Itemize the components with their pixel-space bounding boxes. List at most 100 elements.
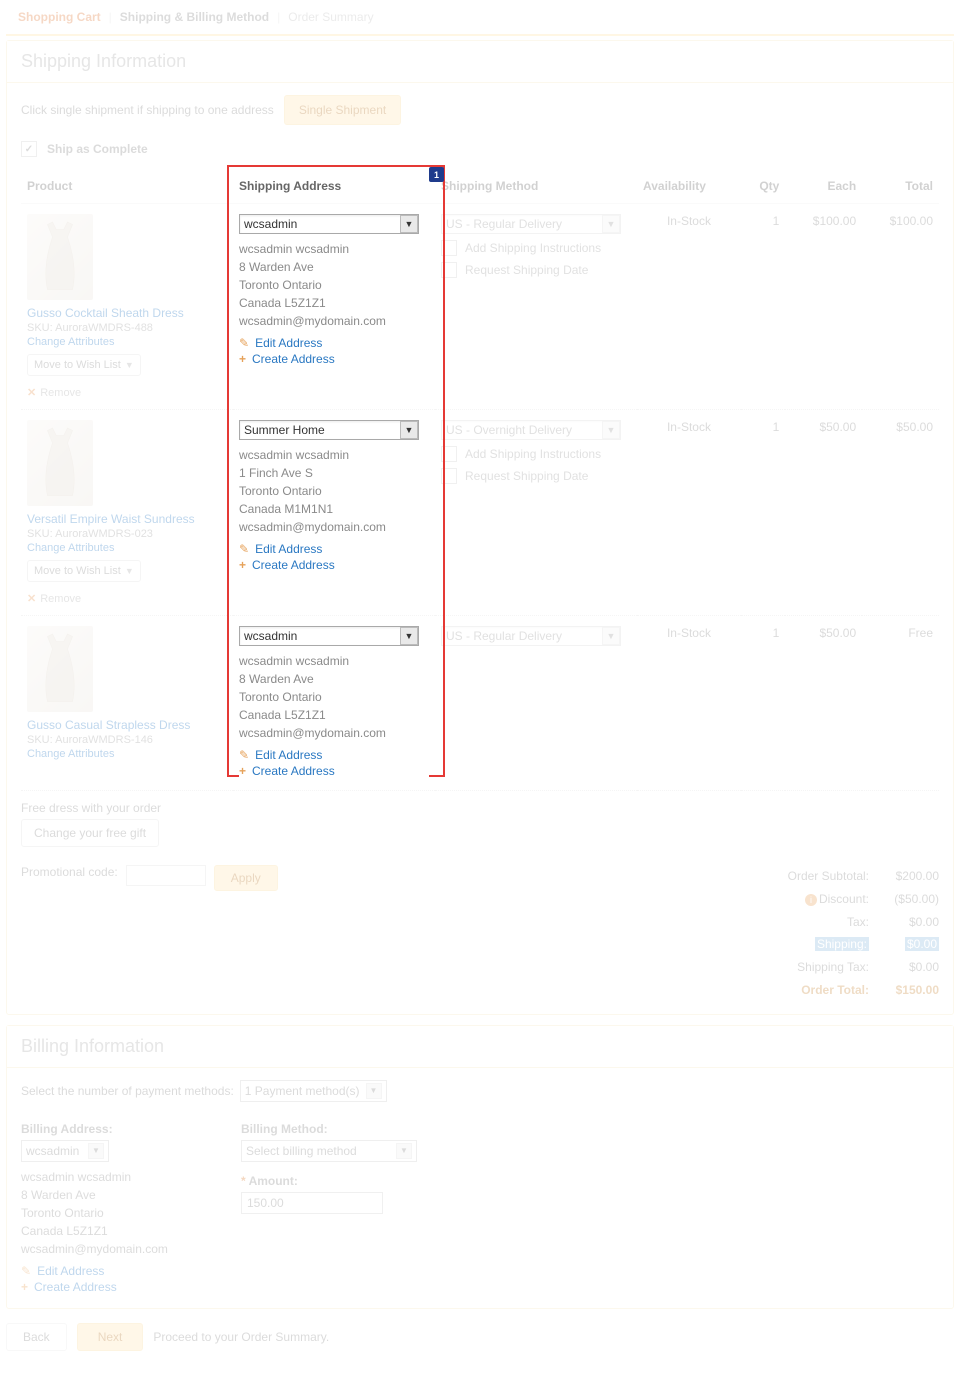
info-icon[interactable]: i [805,894,817,906]
add-instructions-checkbox[interactable] [441,446,457,462]
product-sku: SKU: AuroraWMDRS-488 [27,322,227,334]
billing-address-select[interactable]: wcsadmin▼ [21,1140,109,1162]
table-row: Gusso Casual Strapless Dress SKU: Aurora… [21,616,939,791]
pencil-icon: ✎ [21,1264,31,1278]
product-sku: SKU: AuroraWMDRS-023 [27,528,227,540]
dropdown-icon: ▼ [400,215,418,233]
plus-icon: + [239,558,246,572]
availability-cell: In-Stock [637,616,741,791]
pencil-icon: ✎ [239,336,249,350]
move-to-wishlist-button[interactable]: Move to Wish List▼ [27,560,141,582]
shipping-info-panel: Shipping Information Click single shipme… [6,40,954,1015]
amount-label: * Amount: [241,1174,417,1188]
qty-cell: 1 [741,616,785,791]
dropdown-icon: ▼ [602,627,620,645]
dropdown-icon: ▼ [400,627,418,645]
breadcrumb-sep: | [277,10,280,24]
remove-item-link[interactable]: ✕Remove [27,592,227,605]
promo-code-input[interactable] [126,865,206,886]
num-payment-select[interactable]: 1 Payment method(s)▼ [240,1080,387,1102]
product-name-link[interactable]: Versatil Empire Waist Sundress [27,512,227,526]
availability-cell: In-Stock [637,204,741,410]
col-qty: Qty [741,169,785,204]
shipping-info-header: Shipping Information [7,41,953,83]
apply-promo-button[interactable]: Apply [214,865,278,891]
product-thumbnail[interactable] [27,214,93,300]
request-date-label: Request Shipping Date [465,469,588,483]
dropdown-icon: ▼ [602,215,620,233]
shipping-address-select[interactable]: wcsadmin▼ [239,626,419,646]
col-each: Each [785,169,862,204]
billing-method-label: Billing Method: [241,1122,417,1136]
create-address-link[interactable]: +Create Address [239,352,429,366]
create-address-link[interactable]: +Create Address [239,558,429,572]
table-row: Gusso Cocktail Sheath Dress SKU: AuroraW… [21,204,939,410]
shipping-address-select[interactable]: Summer Home▼ [239,420,419,440]
each-cell: $100.00 [785,204,862,410]
change-attributes-link[interactable]: Change Attributes [27,336,227,348]
footer-hint: Proceed to your Order Summary. [153,1330,329,1344]
product-thumbnail[interactable] [27,626,93,712]
edit-address-link[interactable]: ✎Edit Address [239,542,429,556]
shipping-method-select[interactable]: US - Regular Delivery▼ [441,214,621,234]
single-shipment-button[interactable]: Single Shipment [284,95,401,125]
each-cell: $50.00 [785,410,862,616]
change-attributes-link[interactable]: Change Attributes [27,748,227,760]
breadcrumb-shipping: Shipping & Billing Method [120,10,269,24]
remove-item-link[interactable]: ✕Remove [27,386,227,399]
add-instructions-checkbox[interactable] [441,240,457,256]
col-total: Total [862,169,939,204]
change-free-gift-button[interactable]: Change your free gift [21,819,159,847]
num-payment-label: Select the number of payment methods: [21,1084,234,1098]
product-name-link[interactable]: Gusso Cocktail Sheath Dress [27,306,227,320]
total-cell: $50.00 [862,410,939,616]
billing-info-header: Billing Information [7,1026,953,1068]
shipping-address-lines: wcsadmin wcsadmin1 Finch Ave SToronto On… [239,446,429,536]
create-billing-address-link[interactable]: +Create Address [21,1280,201,1294]
create-address-link[interactable]: +Create Address [239,764,429,778]
shipping-method-select[interactable]: US - Overnight Delivery▼ [441,420,621,440]
billing-address-lines: wcsadmin wcsadmin8 Warden AveToronto Ont… [21,1168,201,1258]
pencil-icon: ✎ [239,542,249,556]
chevron-down-icon: ▼ [125,566,134,576]
plus-icon: + [21,1280,28,1294]
shipping-address-lines: wcsadmin wcsadmin8 Warden AveToronto Ont… [239,652,429,742]
breadcrumb-cart[interactable]: Shopping Cart [18,10,101,24]
chevron-down-icon: ▼ [125,360,134,370]
ship-complete-checkbox[interactable]: ✓ [21,141,37,157]
back-button[interactable]: Back [6,1323,67,1351]
single-shipment-hint: Click single shipment if shipping to one… [21,103,274,117]
request-date-checkbox[interactable] [441,468,457,484]
request-date-label: Request Shipping Date [465,263,588,277]
shipping-method-select[interactable]: US - Regular Delivery▼ [441,626,621,646]
close-icon: ✕ [27,592,36,605]
move-to-wishlist-button[interactable]: Move to Wish List▼ [27,354,141,376]
change-attributes-link[interactable]: Change Attributes [27,542,227,554]
col-product: Product [21,169,233,204]
each-cell: $50.00 [785,616,862,791]
product-sku: SKU: AuroraWMDRS-146 [27,734,227,746]
total-cell: Free [862,616,939,791]
add-instructions-label: Add Shipping Instructions [465,447,601,461]
next-button[interactable]: Next [77,1323,144,1351]
breadcrumb-sep: | [109,10,112,24]
amount-input[interactable] [241,1192,383,1214]
product-name-link[interactable]: Gusso Casual Strapless Dress [27,718,227,732]
billing-method-select[interactable]: Select billing method▼ [241,1140,417,1162]
qty-cell: 1 [741,410,785,616]
dropdown-icon: ▼ [400,421,418,439]
add-instructions-label: Add Shipping Instructions [465,241,601,255]
shipping-address-select[interactable]: wcsadmin▼ [239,214,419,234]
edit-billing-address-link[interactable]: ✎Edit Address [21,1264,201,1278]
edit-address-link[interactable]: ✎Edit Address [239,748,429,762]
callout-badge: 1 [429,167,444,182]
table-row: Versatil Empire Waist Sundress SKU: Auro… [21,410,939,616]
total-cell: $100.00 [862,204,939,410]
edit-address-link[interactable]: ✎Edit Address [239,336,429,350]
breadcrumb-summary[interactable]: Order Summary [288,10,373,24]
dropdown-icon: ▼ [602,421,620,439]
shipping-address-lines: wcsadmin wcsadmin8 Warden AveToronto Ont… [239,240,429,330]
product-thumbnail[interactable] [27,420,93,506]
col-address: Shipping Address [233,169,435,204]
request-date-checkbox[interactable] [441,262,457,278]
